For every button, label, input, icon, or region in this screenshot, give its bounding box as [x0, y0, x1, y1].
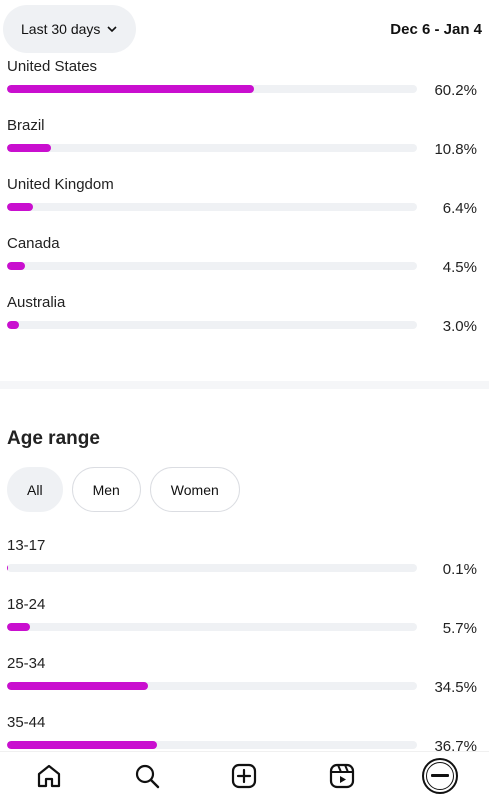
bar-fill — [7, 262, 26, 270]
bar-track — [7, 623, 417, 631]
percent-value: 10.8% — [434, 141, 477, 158]
country-label: Canada — [7, 235, 60, 252]
bar-track — [7, 321, 417, 329]
age-label: 13-17 — [7, 537, 46, 554]
nav-create-button[interactable] — [220, 754, 268, 798]
bar-track — [7, 262, 417, 270]
age-list: 13-17 0.1% 18-24 5.7% 25-34 34.5% 35-44 … — [0, 537, 489, 773]
bar-track — [7, 85, 417, 93]
nav-home-button[interactable] — [25, 754, 73, 798]
country-label: United States — [7, 58, 98, 75]
percent-value: 60.2% — [434, 82, 477, 99]
section-divider — [0, 381, 489, 389]
country-list: United States 60.2% Brazil 10.8% United … — [0, 58, 489, 353]
bar-fill — [7, 85, 254, 93]
bar-track — [7, 203, 417, 211]
age-filter-chips: All Men Women — [7, 467, 240, 512]
percent-value: 4.5% — [442, 259, 477, 276]
percent-value: 6.4% — [442, 200, 477, 217]
bar-fill — [7, 741, 158, 749]
bar-track — [7, 741, 417, 749]
nav-profile-button[interactable] — [416, 754, 464, 798]
header: Last 30 days Dec 6 - Jan 4 — [0, 0, 489, 58]
nav-reels-button[interactable] — [318, 754, 366, 798]
age-label: 18-24 — [7, 596, 46, 613]
age-label: 25-34 — [7, 655, 46, 672]
date-range-text: Dec 6 - Jan 4 — [390, 20, 482, 38]
age-range-title: Age range — [7, 428, 100, 449]
percent-value: 3.0% — [442, 318, 477, 335]
age-row: 13-17 0.1% — [0, 537, 489, 596]
avatar-logo — [426, 761, 455, 790]
age-row: 25-34 34.5% — [0, 655, 489, 714]
bottom-nav — [0, 751, 489, 799]
percent-value: 34.5% — [434, 679, 477, 696]
filter-all-chip[interactable]: All — [7, 467, 63, 512]
bar-fill — [7, 144, 52, 152]
country-row: Brazil 10.8% — [0, 117, 489, 176]
country-row: United States 60.2% — [0, 58, 489, 117]
bar-fill — [7, 623, 31, 631]
profile-avatar — [422, 757, 459, 794]
date-range-dropdown-label: Last 30 days — [21, 21, 101, 37]
country-row: Australia 3.0% — [0, 294, 489, 353]
date-range-dropdown[interactable]: Last 30 days — [3, 5, 137, 53]
home-icon — [37, 764, 60, 787]
bar-fill — [7, 564, 9, 572]
filter-women-chip[interactable]: Women — [149, 467, 240, 512]
country-label: Brazil — [7, 117, 45, 134]
age-label: 35-44 — [7, 714, 46, 731]
country-label: United Kingdom — [7, 176, 114, 193]
percent-value: 5.7% — [442, 620, 477, 637]
bar-fill — [7, 203, 34, 211]
percent-value: 0.1% — [442, 561, 477, 578]
country-row: Canada 4.5% — [0, 235, 489, 294]
chevron-down-icon — [107, 26, 117, 33]
country-label: Australia — [7, 294, 66, 311]
bar-track — [7, 564, 417, 572]
bar-track — [7, 682, 417, 690]
filter-men-chip[interactable]: Men — [71, 467, 141, 512]
bar-fill — [7, 321, 20, 329]
bar-track — [7, 144, 417, 152]
reels-icon — [330, 763, 355, 788]
nav-search-button[interactable] — [123, 754, 171, 798]
country-row: United Kingdom 6.4% — [0, 176, 489, 235]
search-icon — [135, 764, 159, 788]
bar-fill — [7, 682, 149, 690]
create-icon — [232, 763, 257, 788]
age-row: 18-24 5.7% — [0, 596, 489, 655]
